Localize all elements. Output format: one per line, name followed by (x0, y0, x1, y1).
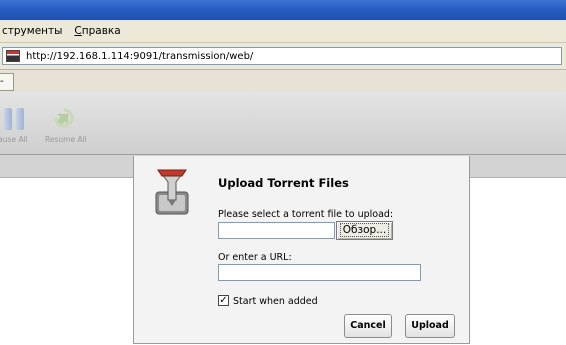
address-bar: http://192.168.1.114:9091/transmission/w… (0, 43, 566, 70)
tab-strip: - (0, 70, 566, 93)
menu-item-help[interactable]: Справка (74, 25, 120, 37)
browser-tab[interactable]: - (0, 73, 14, 91)
upload-button[interactable]: Upload (405, 314, 455, 338)
menu-item-tools[interactable]: струменты (2, 25, 62, 37)
browse-button[interactable]: Обзор... (336, 221, 393, 240)
transmission-logo-icon (155, 169, 189, 215)
menu-item-help-rest: правка (81, 25, 121, 37)
tab-label: - (0, 76, 4, 87)
browse-button-label: Обзор... (339, 223, 390, 237)
start-when-added-label: Start when added (233, 296, 318, 307)
resume-all-label[interactable]: Resume All (45, 135, 87, 144)
start-when-added-checkbox[interactable]: ✓ (218, 295, 229, 306)
pause-all-icon[interactable] (4, 108, 26, 130)
window-title-bar (0, 0, 566, 20)
url-prompt-label: Or enter a URL: (218, 252, 292, 263)
dialog-title: Upload Torrent Files (218, 176, 349, 190)
transmission-toolbar: Pause All Resume All (0, 92, 566, 155)
resume-all-icon[interactable] (52, 106, 76, 130)
torrent-url-input[interactable] (218, 264, 421, 281)
menu-item-help-accel: С (74, 25, 82, 37)
url-field[interactable]: http://192.168.1.114:9091/transmission/w… (2, 47, 562, 65)
pause-all-label[interactable]: Pause All (0, 135, 28, 144)
file-prompt-label: Please select a torrent file to upload: (218, 209, 394, 220)
url-text: http://192.168.1.114:9091/transmission/w… (26, 50, 254, 62)
site-favicon-icon (6, 50, 20, 62)
menu-bar: струменты Справка (0, 20, 566, 43)
torrent-file-input[interactable] (218, 222, 335, 239)
upload-dialog: Upload Torrent Files Please select a tor… (133, 156, 470, 344)
cancel-button[interactable]: Cancel (344, 314, 392, 338)
